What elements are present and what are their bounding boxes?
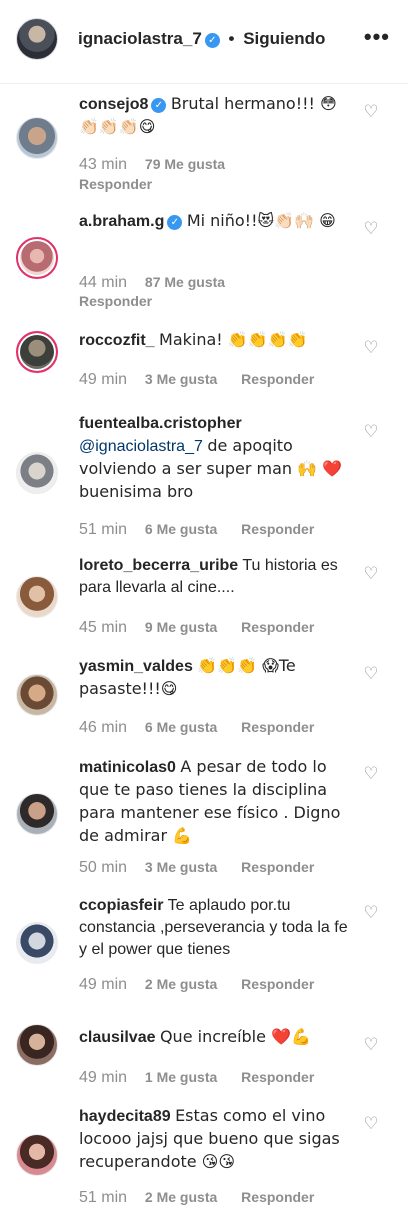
reply-button[interactable]: Responder — [241, 976, 314, 992]
reply-button[interactable]: Responder — [241, 1189, 314, 1205]
heart-icon[interactable]: ♡ — [362, 339, 380, 357]
comment-time[interactable]: 43 min — [79, 156, 127, 173]
reply-button[interactable]: Responder — [241, 619, 314, 635]
comment-time[interactable]: 51 min — [79, 1189, 127, 1206]
comment-avatar[interactable] — [16, 331, 58, 373]
heart-icon[interactable]: ♡ — [362, 765, 380, 783]
following-button[interactable]: Siguiendo — [243, 29, 325, 48]
comment-likes[interactable]: 3 Me gusta — [145, 859, 217, 875]
verified-badge-icon: ✓ — [204, 33, 220, 48]
comment-username[interactable]: consejo8 — [79, 96, 148, 113]
comment-text: clausilvae Que increíble ❤️💪 — [79, 1026, 351, 1049]
comment-avatar[interactable] — [16, 922, 58, 964]
comment-avatar[interactable] — [16, 674, 58, 716]
comment-meta: 45 min 9 Me gusta Responder — [79, 619, 314, 637]
comment-meta: 49 min 3 Me gusta Responder — [79, 371, 314, 389]
comment-username[interactable]: fuentealba.cristopher — [79, 415, 242, 432]
reply-button[interactable]: Responder — [241, 859, 314, 875]
comment-likes[interactable]: 6 Me gusta — [145, 521, 217, 537]
comment-meta: 46 min 6 Me gusta Responder — [79, 719, 314, 737]
comment-likes[interactable]: 87 Me gusta — [145, 274, 225, 290]
comment-mention[interactable]: @ignaciolastra_7 — [79, 438, 203, 455]
comment-likes[interactable]: 6 Me gusta — [145, 719, 217, 735]
comment-time[interactable]: 49 min — [79, 1069, 127, 1086]
comment-text: yasmin_valdes 👏👏👏 😱Te pasaste!!!😋 — [79, 655, 351, 701]
comment-username[interactable]: roccozfit_ — [79, 332, 155, 349]
reply-button[interactable]: Responder — [241, 371, 314, 387]
comment-text: ccopiasfeir Te aplaudo por.tu constancia… — [79, 895, 351, 961]
comment-avatar[interactable] — [16, 1024, 58, 1066]
comment-avatar[interactable] — [16, 793, 58, 835]
comment-meta: 51 min 2 Me gusta Responder — [79, 1189, 314, 1207]
comment-avatar[interactable] — [16, 237, 58, 279]
comment-text: consejo8 ✓ Brutal hermano!!! 😳 👏🏻👏🏻👏🏻😋 — [79, 93, 351, 139]
reply-button[interactable]: Responder — [79, 293, 152, 309]
comment-meta: 51 min 6 Me gusta Responder — [79, 521, 314, 539]
comment-time[interactable]: 49 min — [79, 976, 127, 993]
heart-icon[interactable]: ♡ — [362, 904, 380, 922]
comment-username[interactable]: clausilvae — [79, 1029, 156, 1046]
comment-body: Que increíble ❤️💪 — [159, 1027, 311, 1046]
reply-button[interactable]: Responder — [241, 521, 314, 537]
comment-meta: 50 min 3 Me gusta Responder — [79, 859, 314, 877]
comment-likes[interactable]: 9 Me gusta — [145, 619, 217, 635]
header-separator: • — [228, 29, 235, 48]
comment-body: Makina! 👏👏👏👏 — [159, 330, 308, 349]
comment-time[interactable]: 50 min — [79, 859, 127, 876]
comment-time[interactable]: 51 min — [79, 521, 127, 538]
heart-icon[interactable]: ♡ — [362, 1115, 380, 1133]
comment-text: fuentealba.cristopher @ignaciolastra_7 d… — [79, 413, 351, 504]
comment-time[interactable]: 45 min — [79, 619, 127, 636]
comment-meta: 43 min 79 Me gusta — [79, 156, 245, 174]
header-username[interactable]: ignaciolastra_7 — [78, 29, 202, 48]
heart-icon[interactable]: ♡ — [362, 1036, 380, 1054]
comment-text: matinicolas0 A pesar de todo lo que te p… — [79, 756, 351, 848]
comment-time[interactable]: 44 min — [79, 274, 127, 291]
heart-icon[interactable]: ♡ — [362, 220, 380, 238]
comment-avatar[interactable] — [16, 117, 58, 159]
reply-button[interactable]: Responder — [79, 176, 152, 192]
heart-icon[interactable]: ♡ — [362, 665, 380, 683]
comment-text: roccozfit_ Makina! 👏👏👏👏 — [79, 329, 351, 352]
reply-button[interactable]: Responder — [241, 719, 314, 735]
comment-username[interactable]: yasmin_valdes — [79, 658, 193, 675]
comment-username[interactable]: haydecita89 — [79, 1108, 171, 1125]
reply-button[interactable]: Responder — [241, 1069, 314, 1085]
comment-username[interactable]: matinicolas0 — [79, 759, 176, 776]
comment-meta: 44 min 87 Me gusta — [79, 274, 245, 292]
comment-text: a.braham.g ✓ Mi niño!!😻👏🏻🙌🏻 😁 — [79, 210, 351, 233]
header-username-row: ignaciolastra_7 ✓ • Siguiendo — [78, 29, 325, 49]
comment-likes[interactable]: 2 Me gusta — [145, 976, 217, 992]
comment-avatar[interactable] — [16, 452, 58, 494]
comment-time[interactable]: 49 min — [79, 371, 127, 388]
comment-likes[interactable]: 1 Me gusta — [145, 1069, 217, 1085]
comment-avatar[interactable] — [16, 1134, 58, 1176]
comment-text: loreto_becerra_uribe Tu historia es para… — [79, 555, 351, 599]
comment-likes[interactable]: 2 Me gusta — [145, 1189, 217, 1205]
more-options-icon[interactable]: ••• — [364, 26, 390, 48]
comment-username[interactable]: loreto_becerra_uribe — [79, 557, 238, 574]
verified-badge-icon: ✓ — [151, 98, 167, 113]
heart-icon[interactable]: ♡ — [362, 565, 380, 583]
comment-time[interactable]: 46 min — [79, 719, 127, 736]
verified-badge-icon: ✓ — [167, 215, 183, 230]
profile-avatar[interactable] — [16, 18, 58, 60]
comment-body: Mi niño!!😻👏🏻🙌🏻 😁 — [186, 211, 336, 230]
heart-icon[interactable]: ♡ — [362, 103, 380, 121]
comment-meta: 49 min 1 Me gusta Responder — [79, 1069, 314, 1087]
comment-likes[interactable]: 79 Me gusta — [145, 156, 225, 172]
comment-username[interactable]: ccopiasfeir — [79, 897, 163, 914]
heart-icon[interactable]: ♡ — [362, 423, 380, 441]
post-header: ignaciolastra_7 ✓ • Siguiendo ••• — [0, 0, 408, 84]
comment-likes[interactable]: 3 Me gusta — [145, 371, 217, 387]
comment-text: haydecita89 Estas como el vino locooo ja… — [79, 1105, 351, 1174]
comment-avatar[interactable] — [16, 576, 58, 618]
comment-meta: 49 min 2 Me gusta Responder — [79, 976, 314, 994]
comment-username[interactable]: a.braham.g — [79, 213, 164, 230]
